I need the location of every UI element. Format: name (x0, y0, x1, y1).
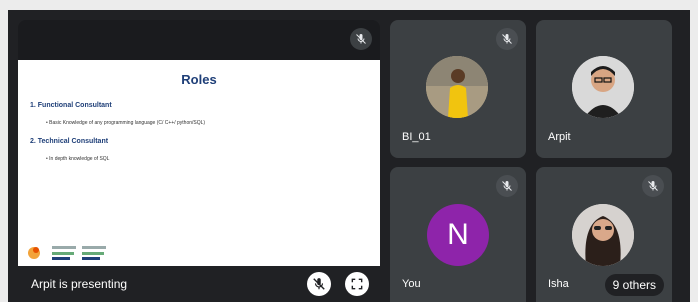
avatar (572, 56, 634, 118)
slide-subitem-2: • In depth knowledge of SQL (46, 156, 110, 162)
slide-footer-logos (26, 244, 146, 262)
mic-off-icon (496, 175, 518, 197)
participant-tile-you[interactable]: N You (390, 167, 526, 302)
mic-off-icon (496, 28, 518, 50)
presentation-tile[interactable]: Roles 1. Functional Consultant • Basic K… (18, 20, 380, 302)
participant-name: BI_01 (402, 131, 431, 143)
participant-tile-bi01[interactable]: BI_01 (390, 20, 526, 158)
presenter-mic-off-button[interactable] (307, 272, 331, 296)
presentation-mic-off-icon (350, 28, 372, 50)
participant-tile-arpit[interactable]: Arpit (536, 20, 672, 158)
avatar: N (427, 204, 489, 266)
presenter-label: Arpit is presenting (31, 277, 128, 291)
slide-item-1: 1. Functional Consultant (30, 102, 112, 109)
fullscreen-icon (351, 278, 363, 290)
participant-name: Isha (548, 278, 569, 290)
avatar (572, 204, 634, 266)
mic-off-icon (642, 175, 664, 197)
mic-off-icon (313, 278, 325, 290)
participant-name: Arpit (548, 131, 571, 143)
slide-subitem-1: • Basic Knowledge of any programming lan… (46, 120, 206, 126)
participant-name: You (402, 278, 421, 290)
avatar (426, 56, 488, 118)
participant-tile-isha[interactable]: Isha 9 others (536, 167, 672, 302)
fullscreen-button[interactable] (345, 272, 369, 296)
others-count-button[interactable]: 9 others (604, 274, 664, 296)
slide-item-2: 2. Technical Consultant (30, 138, 109, 145)
presentation-bar: Arpit is presenting (18, 266, 380, 302)
slide-title: Roles (181, 72, 217, 87)
shared-slide: Roles 1. Functional Consultant • Basic K… (18, 60, 380, 266)
avatar-initial: N (447, 218, 469, 251)
